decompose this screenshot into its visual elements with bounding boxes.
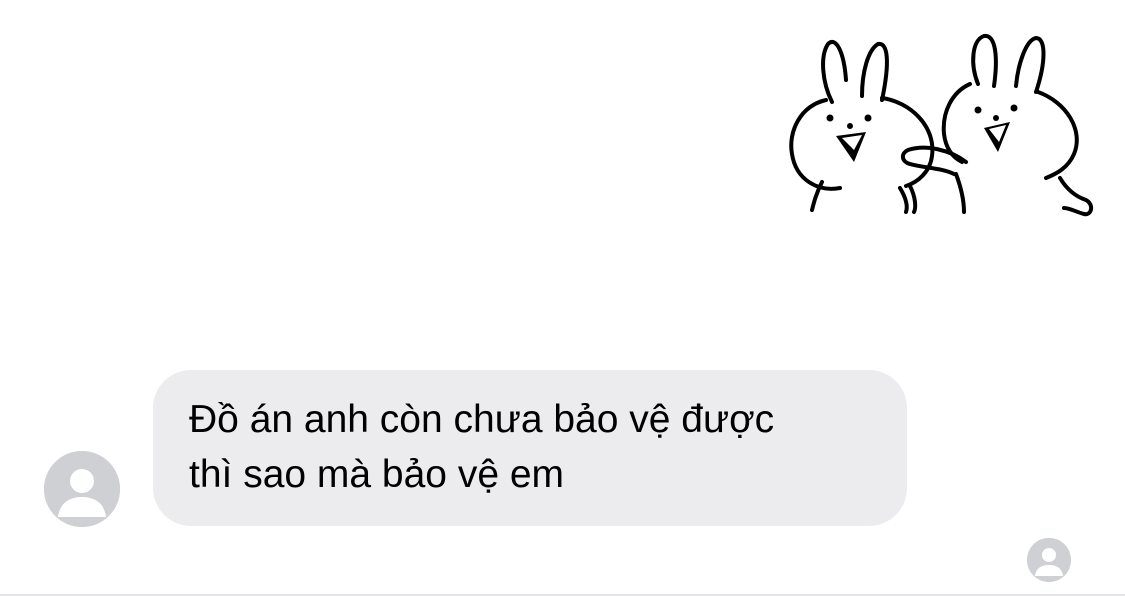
default-user-avatar-icon <box>44 451 120 527</box>
sender-avatar[interactable] <box>44 451 120 527</box>
message-text-line-1: Đồ án anh còn chưa bảo vệ được <box>189 398 775 441</box>
read-receipt-avatar <box>1027 538 1071 582</box>
incoming-message-row: Đồ án anh còn chưa bảo vệ được thì sao m… <box>0 0 1125 596</box>
message-bubble[interactable]: Đồ án anh còn chưa bảo vệ được thì sao m… <box>153 370 907 526</box>
read-receipt-avatar-icon <box>1027 538 1071 582</box>
chat-thread: Đồ án anh còn chưa bảo vệ được thì sao m… <box>0 0 1125 596</box>
message-text-line-2: thì sao mà bảo vệ em <box>189 453 565 496</box>
